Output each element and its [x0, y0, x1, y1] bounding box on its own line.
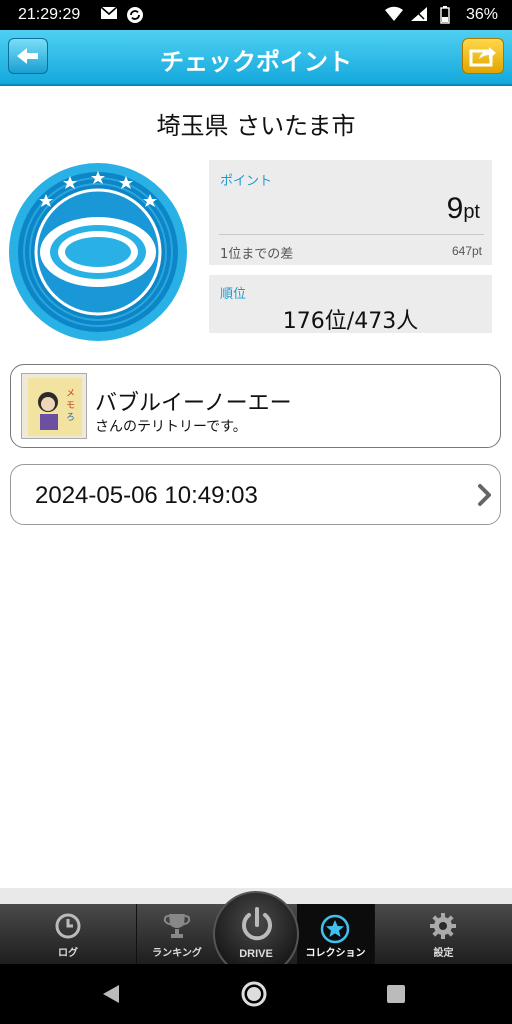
back-triangle-icon[interactable]: [100, 983, 122, 1005]
tab-ranking-label: ランキング: [152, 948, 202, 959]
clock-icon: [55, 913, 81, 939]
app-header: チェックポイント: [0, 30, 512, 86]
avatar: メ モ ろ: [21, 373, 87, 439]
points-number: 9: [446, 192, 464, 225]
rank-label: 順位: [220, 287, 247, 302]
power-icon: [242, 907, 272, 941]
sync-icon: [126, 6, 144, 27]
rank-value: 176位/473人: [282, 309, 419, 334]
gap-value: 647pt: [451, 244, 482, 258]
system-nav-bar: [0, 964, 512, 1024]
recents-square-icon[interactable]: [386, 984, 406, 1004]
points-panel: ポイント 9pt 1位までの差 647pt: [209, 160, 492, 265]
divider: [219, 234, 484, 235]
checkin-date-row[interactable]: 2024-05-06 10:49:03: [10, 464, 501, 525]
share-icon: [469, 47, 496, 67]
rank-panel: 順位 176位/473人: [209, 275, 492, 334]
home-circle-icon[interactable]: [240, 980, 268, 1008]
territory-card[interactable]: メ モ ろ バブルイーノーエー さんのテリトリーです。: [10, 364, 501, 448]
gap-label: 1位までの差: [220, 247, 294, 262]
checkin-datetime: 2024-05-06 10:49:03: [35, 482, 258, 509]
battery-icon: [440, 6, 450, 27]
battery-percent: 36%: [465, 6, 498, 23]
city-title: 埼玉県 さいたま市: [156, 112, 356, 140]
gear-icon: [430, 913, 456, 939]
svg-text:メ: メ: [66, 389, 75, 399]
star-icon: [320, 914, 350, 944]
status-bar: 21:29:29 36%: [0, 0, 512, 30]
territory-subtitle: さんのテリトリーです。: [95, 419, 247, 435]
status-time: 21:29:29: [18, 6, 81, 23]
tab-log-label: ログ: [58, 948, 78, 959]
territory-owner-name: バブルイーノーエー: [95, 391, 292, 416]
tab-settings-label: 設定: [433, 948, 454, 959]
trophy-icon: [163, 914, 191, 938]
signal-icon: [410, 6, 428, 25]
page-title: チェックポイント: [160, 48, 352, 76]
tab-ranking[interactable]: ランキング: [137, 904, 217, 964]
points-value: 9pt: [447, 192, 480, 226]
tab-collection-label: コレクション: [305, 948, 366, 959]
points-unit: pt: [463, 201, 480, 223]
svg-text:モ: モ: [66, 401, 75, 411]
tab-settings[interactable]: 設定: [375, 904, 512, 964]
share-button[interactable]: [462, 38, 504, 74]
mail-icon: [100, 6, 118, 23]
svg-text:ろ: ろ: [66, 412, 75, 423]
drive-label: DRIVE: [239, 948, 273, 960]
chevron-right-icon: [478, 484, 491, 506]
wifi-icon: [384, 6, 404, 25]
tab-log[interactable]: ログ: [0, 904, 136, 964]
checkpoint-badge-icon: [8, 162, 188, 342]
tab-collection[interactable]: コレクション: [297, 904, 374, 964]
points-label: ポイント: [220, 174, 273, 189]
